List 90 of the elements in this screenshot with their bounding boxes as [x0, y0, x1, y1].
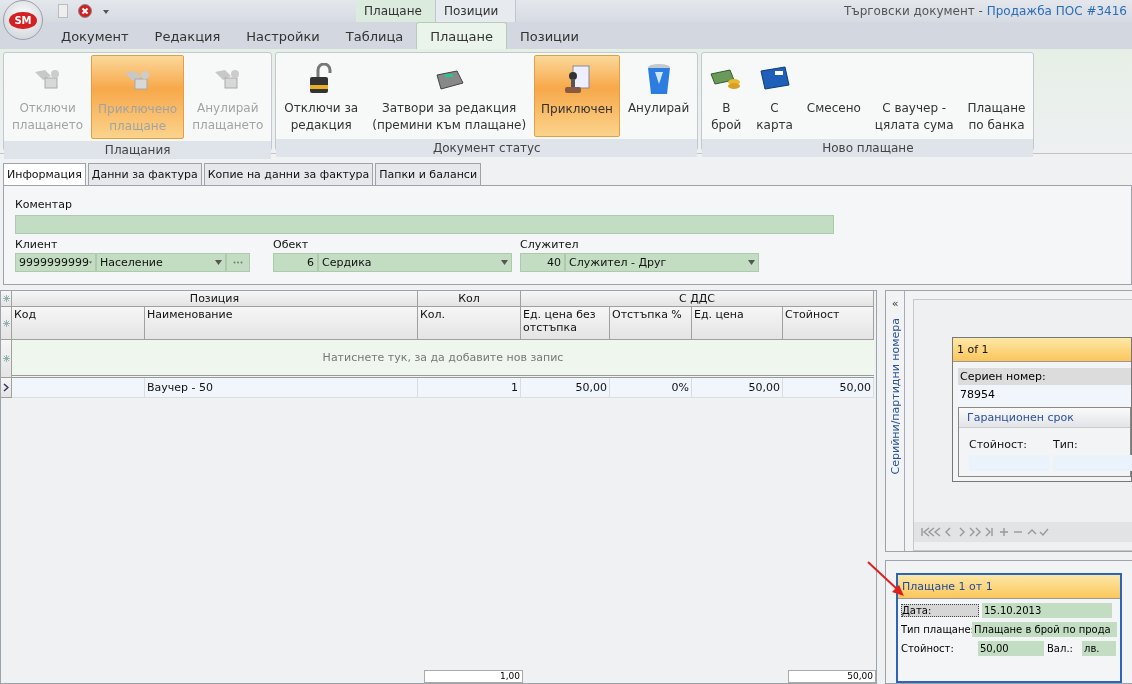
caret-icon[interactable] [215, 260, 222, 265]
ribbon-tab[interactable]: Редакция [141, 23, 234, 49]
document-tab[interactable]: Данни за фактура [87, 163, 202, 185]
total-cell: 50,00 [788, 670, 876, 683]
ribbon-tab[interactable]: Плащане [416, 22, 507, 49]
group-title: Ново плащане [702, 139, 1034, 157]
money-coins-icon [710, 66, 743, 92]
logo-text: SM [9, 11, 37, 29]
close-icon[interactable] [78, 4, 92, 18]
caret-icon[interactable] [501, 260, 508, 265]
navigator-icons[interactable] [920, 527, 1050, 537]
ribbon-tab[interactable]: Документ [48, 23, 142, 49]
row-pointer-icon [3, 383, 9, 392]
context-tab-header: Плащане [356, 0, 436, 22]
field-label: Стойност: [969, 438, 1029, 451]
ribbon-button[interactable]: Анулирай [621, 55, 696, 137]
total-cell: 1,00 [424, 670, 523, 683]
band-header: Позиция [12, 291, 418, 307]
date-field[interactable]: 15.10.2013 [982, 603, 1112, 618]
table-cell: 50,00 [521, 378, 610, 398]
dropdown-icon[interactable] [102, 7, 110, 15]
field-label: Тип: [1053, 438, 1079, 451]
amount-field[interactable]: 50,00 [978, 641, 1044, 656]
type-field[interactable] [1053, 455, 1132, 471]
side-tab-strip[interactable]: « Серийни/партидни номера [886, 291, 905, 551]
ribbon-button[interactable]: С карта [750, 55, 799, 137]
ribbon-button[interactable]: В брой [704, 55, 749, 137]
annotation-arrow [867, 561, 904, 596]
recycle-bin-icon [645, 62, 672, 96]
table-cell: 50,00 [692, 378, 783, 398]
ribbon-tab[interactable]: Настройки [233, 23, 333, 49]
table-cell: 1 [418, 378, 521, 398]
column-header[interactable]: Стойност [783, 307, 874, 340]
document-tab[interactable]: Копие на данни за фактура [203, 163, 374, 185]
group-title: Документ статус [276, 139, 698, 157]
ribbon-button[interactable]: Плащане по банка [961, 55, 1032, 137]
serial-field[interactable]: 78954 [958, 385, 1131, 404]
side-tab-label: Серийни/партидни номера [888, 318, 902, 475]
ribbon-tab[interactable]: Позиции [507, 23, 592, 49]
column-header[interactable]: Наименование [145, 307, 418, 340]
caret-icon[interactable] [748, 260, 755, 265]
credit-card-icon [758, 65, 791, 93]
field-label: Служител [520, 238, 580, 251]
group-header: Гаранционен срок [959, 408, 1130, 428]
column-header[interactable]: Код [12, 307, 145, 340]
payment-type-field[interactable]: Плащане в брой по прода [972, 622, 1117, 637]
window-title: Търговски документ - Продажба ПОС #3416 [843, 4, 1127, 18]
ribbon-tab[interactable]: Таблица [332, 23, 417, 49]
column-header[interactable]: Отстъпка % [610, 307, 692, 340]
code-field[interactable]: 6 [273, 253, 318, 272]
table-cell: Ваучер - 50 [145, 378, 418, 398]
card-header: 1 of 1 [953, 338, 1131, 362]
field-label: Вал.: [1047, 643, 1074, 654]
ribbon-button[interactable]: Приключен [534, 55, 620, 137]
comment-field[interactable] [15, 215, 834, 234]
ribbon-button[interactable]: Затвори за редакция (премини към плащане) [366, 55, 533, 137]
document-tab[interactable]: Папки и баланси [375, 163, 482, 185]
field-label: Сериен номер: [958, 368, 1131, 385]
asterisk-icon [2, 295, 10, 302]
ribbon-button[interactable]: С ваучер - цялата сума [868, 55, 960, 137]
context-tab-header: Позиции [436, 0, 516, 22]
dropdown-field[interactable]: Сердика [318, 253, 512, 272]
field-label: Стойност: [901, 643, 955, 654]
collapse-button[interactable]: « [891, 297, 899, 310]
column-header[interactable]: Ед. цена [692, 307, 783, 340]
group-title: Плащания [4, 141, 272, 159]
ribbon-button[interactable]: Отключи за редакция [278, 55, 365, 137]
card-header: Плащане 1 от 1 [898, 575, 1120, 599]
app-logo[interactable]: SM [3, 0, 43, 40]
ribbon-button[interactable]: Смесено [800, 55, 867, 137]
table-cell: 50,00 [783, 378, 874, 398]
field-label: Клиент [15, 238, 59, 251]
ellipsis-icon[interactable] [233, 261, 243, 264]
new-row-placeholder[interactable]: Натиснете тук, за да добавите нов запис [12, 340, 874, 378]
column-header[interactable]: Ед. цена без отстъпка [521, 307, 610, 340]
column-header[interactable]: Кол. [418, 307, 521, 340]
currency-field[interactable]: лв. [1082, 641, 1116, 656]
table-cell: 0% [610, 378, 692, 398]
document-tab[interactable]: Информация [3, 163, 86, 185]
asterisk-icon [2, 355, 10, 362]
field-label: Коментар [15, 198, 73, 211]
band-header: Кол [418, 291, 521, 307]
field-label: Обект [273, 238, 310, 251]
code-field[interactable]: 40 [520, 253, 565, 272]
dropdown-field[interactable]: Служител - Друг [565, 253, 759, 272]
band-header: С ДДС [521, 291, 874, 307]
field-label: Дата: [901, 604, 979, 617]
asterisk-icon [2, 319, 10, 327]
dropdown-field[interactable]: Население [96, 253, 226, 272]
code-field[interactable]: 9999999999 [15, 253, 96, 272]
